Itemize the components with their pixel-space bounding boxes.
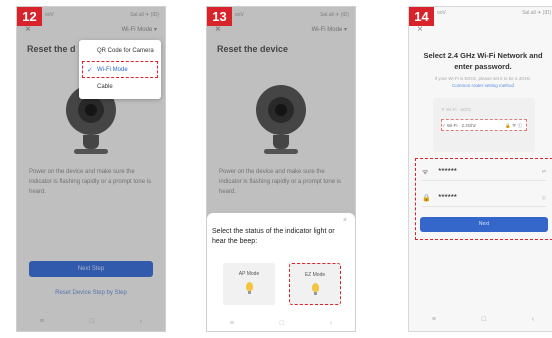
lock-icon: 🔒 <box>422 195 431 202</box>
ap-mode-card[interactable]: AP Mode <box>223 263 275 305</box>
wifi-row-label: ✕ Wi-Fi · 5Ghz <box>441 107 472 112</box>
dropdown-item-label: QR Code for Camera <box>97 48 154 54</box>
dropdown-item-label: Cable <box>97 84 113 90</box>
ez-mode-card[interactable]: EZ Mode <box>289 263 341 305</box>
wifi-name-field[interactable]: ᯤ ****** ⇄ <box>422 163 546 181</box>
wifi-row-empty <box>441 135 527 147</box>
switch-network-icon[interactable]: ⇄ <box>542 163 546 181</box>
system-nav-bar: ≡ □ ‹ <box>409 316 552 323</box>
status-bar: ooV Sal.all ✈ (ID) <box>437 10 551 20</box>
page-title: Select 2.4 GHz Wi-Fi Network and enter p… <box>423 51 543 71</box>
sheet-title: Select the status of the indicator light… <box>212 228 335 245</box>
status-bar-right: Sal.all ✈ (ID) <box>522 10 551 16</box>
dropdown-item-label: Wi-Fi Mode <box>97 67 128 73</box>
note-text: If your Wi-Fi is 5GHz, please set it to … <box>434 76 532 81</box>
mode-label: EZ Mode <box>304 272 326 278</box>
next-button[interactable]: Next <box>420 217 548 232</box>
password-value: ****** <box>438 193 457 202</box>
back-nav-icon[interactable]: ‹ <box>330 320 332 327</box>
close-icon[interactable]: × <box>343 217 347 224</box>
wifi-list-illustration: ✕ Wi-Fi · 5Ghz ✓ Wi-Fi · 2.4Ghz 🔒 ᯤ ⓘ <box>433 98 535 152</box>
mode-label: AP Mode <box>238 271 260 277</box>
home-nav-icon[interactable]: □ <box>482 316 486 323</box>
wifi-row-label: ✓ Wi-Fi · 2.4Ghz <box>442 123 477 128</box>
indicator-status-sheet: × Select the status of the indicator lig… <box>207 213 355 331</box>
check-icon: ✓ <box>87 67 93 74</box>
wifi-name-value: ****** <box>438 167 457 176</box>
mode-dropdown: QR Code for Camera ✓ Wi-Fi Mode Cable <box>79 40 161 99</box>
router-setting-link[interactable]: Common router setting method <box>452 83 514 88</box>
dropdown-item-wifi-mode[interactable]: ✓ Wi-Fi Mode <box>82 61 158 78</box>
phone-screen-step-14: 14 ooV Sal.all ✈ (ID) × Select 2.4 GHz W… <box>408 6 552 332</box>
wifi-row-icons: 🔒 ᯤ ⓘ <box>505 123 522 128</box>
home-nav-icon[interactable]: □ <box>280 320 284 327</box>
phone-screen-step-12: 12 ooV Sal.all ✈ (ID) × Wi-Fi Mode ▾ Res… <box>16 6 166 332</box>
wifi-icon: ᯤ <box>422 169 429 176</box>
dropdown-item-qr-code[interactable]: QR Code for Camera <box>79 43 161 60</box>
menu-nav-icon[interactable]: ≡ <box>230 320 234 327</box>
frequency-note: If your Wi-Fi is 5GHz, please set it to … <box>417 75 549 89</box>
menu-nav-icon[interactable]: ≡ <box>432 316 436 323</box>
status-bar-left: ooV <box>437 10 446 16</box>
light-bulb-icon <box>245 282 253 294</box>
step-badge: 14 <box>409 7 434 26</box>
light-bulb-icon <box>311 283 319 295</box>
password-field[interactable]: 🔒 ****** ◎ <box>422 189 546 207</box>
system-nav-bar: ≡ □ ‹ <box>207 320 355 327</box>
show-password-icon[interactable]: ◎ <box>542 189 546 207</box>
wifi-credentials-form: ᯤ ****** ⇄ 🔒 ****** ◎ Next <box>415 158 552 240</box>
back-nav-icon[interactable]: ‹ <box>532 316 534 323</box>
phone-screen-step-13: 13 ooV Sal.all ✈ (ID) × Wi-Fi Mode ▾ Res… <box>206 6 356 332</box>
step-badge: 13 <box>207 7 232 26</box>
wifi-row-5ghz: ✕ Wi-Fi · 5Ghz <box>441 104 527 116</box>
wifi-row-24ghz: ✓ Wi-Fi · 2.4Ghz 🔒 ᯤ ⓘ <box>441 119 527 131</box>
dropdown-item-cable[interactable]: Cable <box>79 79 161 96</box>
step-badge: 12 <box>17 7 42 26</box>
